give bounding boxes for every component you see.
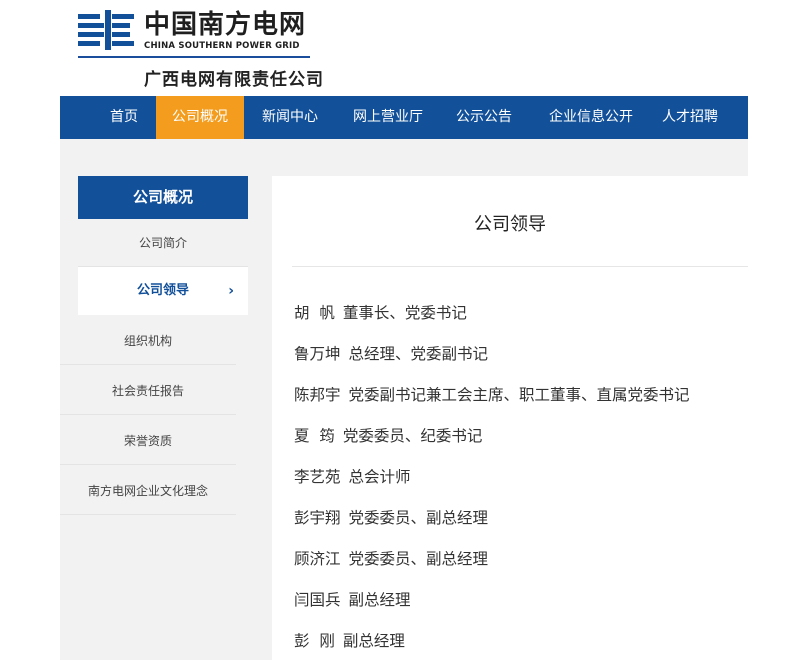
nav-item-info-disclosure[interactable]: 企业信息公开 bbox=[536, 96, 646, 139]
logo-chinese-text: 中国南方电网 bbox=[144, 10, 307, 40]
leader-row: 陈邦宇 党委副书记兼工会主席、职工董事、直属党委书记 bbox=[294, 383, 690, 405]
main-nav: 首页 公司概况 新闻中心 网上营业厅 公示公告 企业信息公开 人才招聘 bbox=[60, 96, 748, 139]
leader-title: 党委委员、副总经理 bbox=[348, 550, 489, 568]
leader-title: 总会计师 bbox=[348, 468, 411, 486]
sidebar-item-corporate-culture[interactable]: 南方电网企业文化理念 bbox=[60, 467, 236, 515]
sidebar-item-csr-report[interactable]: 社会责任报告 bbox=[60, 367, 236, 415]
sub-company-name: 广西电网有限责任公司 bbox=[144, 70, 324, 90]
logo-english-text: CHINA SOUTHERN POWER GRID bbox=[144, 41, 300, 51]
leader-name: 彭 刚 bbox=[294, 632, 335, 650]
leader-title: 副总经理 bbox=[342, 632, 405, 650]
leader-row: 彭 刚副总经理 bbox=[294, 629, 405, 651]
leader-name: 胡 帆 bbox=[294, 304, 335, 322]
leader-title: 副总经理 bbox=[348, 591, 411, 609]
sidebar-item-label: 公司领导 bbox=[136, 283, 189, 298]
leader-row: 闫国兵 副总经理 bbox=[294, 588, 411, 610]
leader-name: 陈邦宇 bbox=[294, 386, 341, 404]
leader-name: 闫国兵 bbox=[294, 591, 341, 609]
nav-item-company-overview[interactable]: 公司概况 bbox=[156, 96, 244, 139]
leader-title: 党委委员、纪委书记 bbox=[342, 427, 483, 445]
leader-row: 彭宇翔 党委委员、副总经理 bbox=[294, 506, 488, 528]
sidebar-item-honors[interactable]: 荣誉资质 bbox=[60, 417, 236, 465]
leader-name: 李艺苑 bbox=[294, 468, 341, 486]
sidebar-title: 公司概况 bbox=[78, 176, 248, 219]
csg-logo-icon bbox=[78, 10, 134, 50]
leader-name: 顾济江 bbox=[294, 550, 341, 568]
page-title: 公司领导 bbox=[474, 214, 546, 235]
leader-title: 董事长、党委书记 bbox=[342, 304, 467, 322]
leader-name: 鲁万坤 bbox=[294, 345, 341, 363]
nav-item-news-center[interactable]: 新闻中心 bbox=[248, 96, 332, 139]
nav-item-online-service-hall[interactable]: 网上营业厅 bbox=[338, 96, 438, 139]
nav-item-home[interactable]: 首页 bbox=[92, 96, 156, 139]
leader-title: 党委副书记兼工会主席、职工董事、直属党委书记 bbox=[348, 386, 690, 404]
leader-row: 胡 帆董事长、党委书记 bbox=[294, 301, 467, 323]
chevron-right-icon: › bbox=[228, 283, 234, 299]
leader-name: 彭宇翔 bbox=[294, 509, 341, 527]
sidebar-item-organization[interactable]: 组织机构 bbox=[60, 317, 236, 365]
leader-row: 顾济江 党委委员、副总经理 bbox=[294, 547, 488, 569]
leader-row: 夏 筠党委委员、纪委书记 bbox=[294, 424, 482, 446]
leader-title: 党委委员、副总经理 bbox=[348, 509, 489, 527]
sidebar-item-company-leaders[interactable]: 公司领导 › bbox=[78, 267, 248, 315]
nav-item-announcements[interactable]: 公示公告 bbox=[440, 96, 528, 139]
logo-divider bbox=[78, 56, 310, 58]
leader-name: 夏 筠 bbox=[294, 427, 335, 445]
leader-row: 李艺苑 总会计师 bbox=[294, 465, 411, 487]
leader-row: 鲁万坤 总经理、党委副书记 bbox=[294, 342, 488, 364]
nav-item-recruitment[interactable]: 人才招聘 bbox=[650, 96, 730, 139]
sidebar-filler bbox=[60, 516, 236, 580]
leader-title: 总经理、党委副书记 bbox=[348, 345, 489, 363]
title-divider bbox=[292, 266, 748, 267]
sidebar-item-company-profile[interactable]: 公司简介 bbox=[78, 219, 248, 267]
